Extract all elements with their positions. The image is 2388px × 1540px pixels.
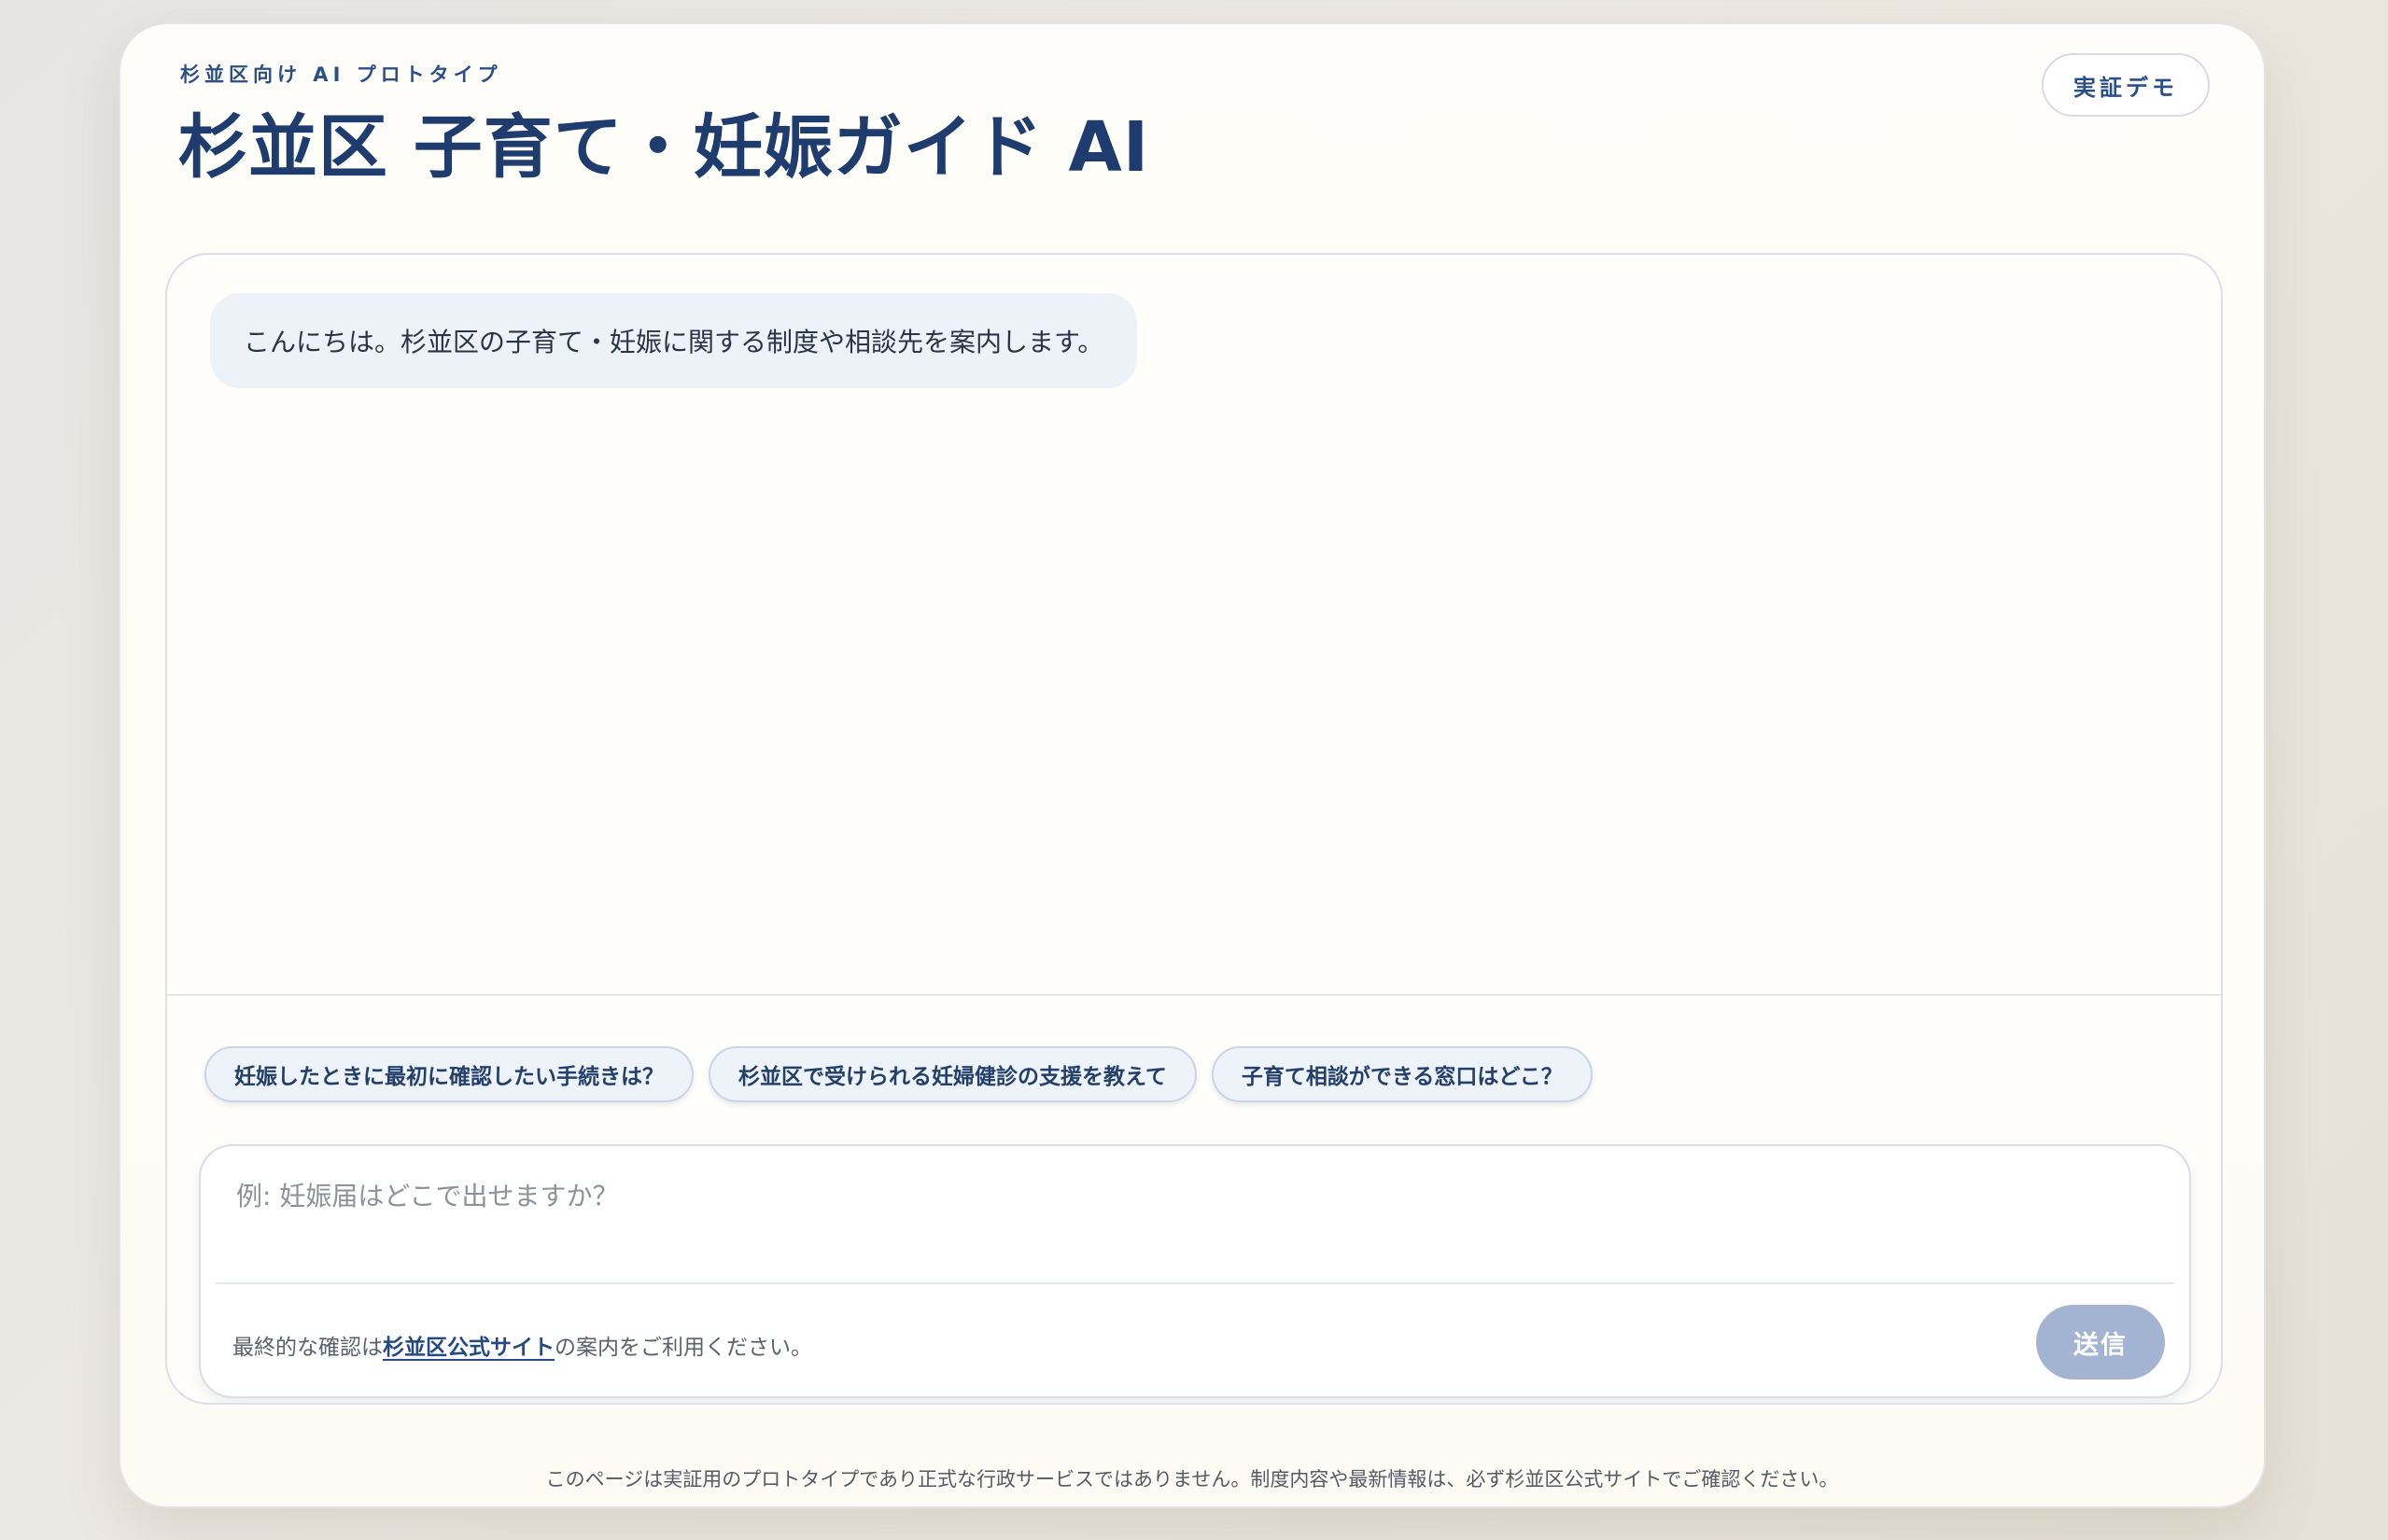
suggestion-chip-procedures[interactable]: 妊娠したときに最初に確認したい手続きは？ [204,1046,694,1102]
notice-suffix: の案内をご利用ください。 [555,1336,812,1360]
composer: 最終的な確認は杉並区公式サイトの案内をご利用ください。 送信 [199,1144,2191,1398]
assistant-message-bubble: こんにちは。杉並区の子育て・妊娠に関する制度や相談先を案内します。 [210,293,1138,388]
message-list: こんにちは。杉並区の子育て・妊娠に関する制度や相談先を案内します。 [167,255,2221,996]
page-title: 杉並区 子育て・妊娠ガイド AI [178,107,1150,188]
send-button[interactable]: 送信 [2036,1305,2165,1379]
official-site-notice: 最終的な確認は杉並区公式サイトの案内をご利用ください。 [232,1329,812,1361]
demo-badge: 実証デモ [2042,53,2210,117]
header-eyebrow: 杉並区向け AI プロトタイプ [180,63,502,86]
app-card: 杉並区向け AI プロトタイプ 杉並区 子育て・妊娠ガイド AI 実証デモ こん… [119,22,2266,1508]
suggestion-chip-checkup-support[interactable]: 杉並区で受けられる妊婦健診の支援を教えて [709,1046,1197,1102]
suggestion-chips: 妊娠したときに最初に確認したい手続きは？ 杉並区で受けられる妊婦健診の支援を教え… [204,1046,1593,1102]
notice-prefix: 最終的な確認は [232,1336,383,1360]
composer-divider [216,1282,2174,1284]
suggestion-chip-consultation[interactable]: 子育て相談ができる窓口はどこ？ [1211,1046,1593,1102]
official-site-link[interactable]: 杉並区公式サイト [383,1336,555,1360]
footer-disclaimer: このページは実証用のプロトタイプであり正式な行政サービスではありません。制度内容… [545,1468,1839,1491]
chat-panel: こんにちは。杉並区の子育て・妊娠に関する制度や相談先を案内します。 妊娠したとき… [165,253,2223,1405]
message-input[interactable] [234,1174,2152,1281]
